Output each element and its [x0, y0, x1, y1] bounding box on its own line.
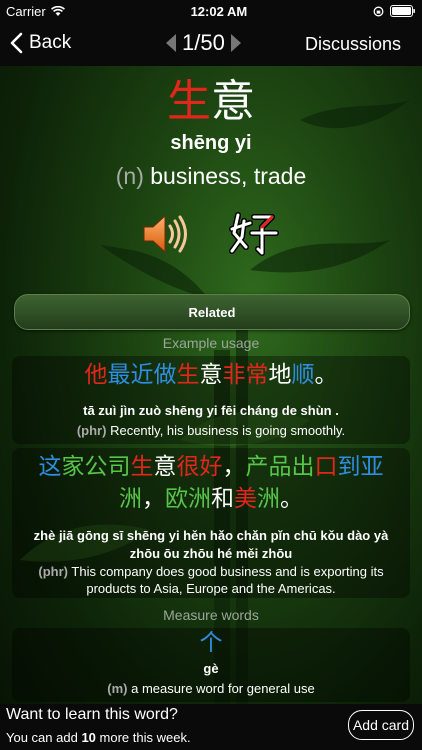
- example-hanzi: 他最近做生意非常地顺。: [0, 360, 422, 391]
- hanzi-token: 司: [107, 454, 131, 480]
- hanzi-token: 品: [268, 454, 292, 480]
- remaining-count: 10: [81, 730, 96, 745]
- hanzi-token: ，: [222, 454, 246, 480]
- note-suffix: more this week.: [95, 730, 191, 745]
- stroke-order-icon[interactable]: [228, 207, 280, 259]
- hanzi-token: 洲: [188, 486, 211, 512]
- hanzi-token: 意: [199, 362, 223, 388]
- hanzi-token: 欧: [165, 486, 188, 512]
- navigation-bar: Back 1/50 Discussions: [0, 22, 422, 66]
- hanzi-token: 这: [38, 454, 62, 480]
- hanzi-token: 出: [291, 454, 315, 480]
- measure-word-definition: (m) a measure word for general use: [0, 680, 422, 697]
- hanzi-token: 做: [153, 362, 177, 388]
- example-translation: (phr) This company does good business an…: [0, 563, 422, 580]
- hanzi-token: 。: [314, 362, 338, 388]
- hanzi-token: 产: [245, 454, 269, 480]
- hanzi-token: 生: [176, 362, 200, 388]
- example-pinyin-line: zhōu ōu zhōu hé měi zhōu: [129, 546, 293, 561]
- hanzi-token: ，: [142, 486, 165, 512]
- headword-pinyin: shēng yi: [170, 132, 252, 154]
- hanzi-token: 和: [211, 486, 234, 512]
- back-label: Back: [29, 32, 72, 53]
- hanzi-token: 生: [130, 454, 154, 480]
- headword-char: 生: [167, 76, 211, 127]
- part-of-speech: (n): [115, 163, 144, 189]
- hanzi-token: 顺: [291, 362, 315, 388]
- hanzi-token: 公: [84, 454, 108, 480]
- carrier-label: Carrier: [6, 3, 46, 19]
- hanzi-token: 亚: [360, 454, 384, 480]
- hanzi-token: 洲: [257, 486, 280, 512]
- headword-definition: (n) business, trade: [0, 163, 422, 190]
- headword: 生意: [0, 78, 422, 126]
- hanzi-token: 美: [234, 486, 257, 512]
- hanzi-token: 常: [245, 362, 269, 388]
- weekly-limit-note: You can add 10 more this week.: [6, 730, 191, 745]
- hanzi-token: 最近: [107, 362, 154, 388]
- example-translation-line: products to Asia, Europe and the America…: [86, 581, 336, 596]
- example-hanzi-line: 洲，欧洲和美洲。: [0, 484, 422, 515]
- add-card-bar: Want to learn this word? You can add 10 …: [0, 704, 422, 750]
- battery-icon: [390, 5, 415, 17]
- clock: 12:02 AM: [190, 3, 248, 19]
- related-button[interactable]: Related: [14, 294, 410, 330]
- headword-actions: [140, 207, 280, 261]
- measure-word-meaning: a measure word for general use: [131, 681, 315, 696]
- example-pinyin-line: zhè jiā gōng sī shēng yi hěn hǎo chǎn pǐ…: [33, 528, 389, 543]
- note-prefix: You can add: [6, 730, 82, 745]
- part-of-speech: (m): [107, 681, 128, 696]
- status-bar: Carrier 12:02 AM: [0, 0, 422, 22]
- hanzi-token: 很: [176, 454, 200, 480]
- next-card-icon[interactable]: [230, 34, 241, 52]
- hanzi-token: 意: [153, 454, 177, 480]
- hanzi-token: 家: [61, 454, 85, 480]
- hanzi-token: 非: [222, 362, 246, 388]
- back-button[interactable]: Back: [10, 32, 71, 54]
- pager-label: 1/50: [182, 30, 225, 55]
- hanzi-token: 洲: [119, 486, 142, 512]
- wifi-icon: [50, 5, 65, 16]
- learn-prompt: Want to learn this word?: [6, 706, 178, 723]
- example-pinyin: tā zuì jìn zuò shēng yi fēi cháng de shù…: [83, 403, 339, 418]
- hanzi-token: 口: [314, 454, 338, 480]
- add-card-button[interactable]: Add card: [348, 710, 414, 740]
- headword-char: 意: [211, 76, 255, 127]
- part-of-speech: (phr): [38, 564, 69, 579]
- example-hanzi-line: 这家公司生意很好，产品出口到亚: [0, 452, 422, 483]
- speaker-icon[interactable]: [140, 209, 190, 259]
- translation-text: Recently, his business is going smoothly…: [110, 423, 346, 438]
- part-of-speech: (phr): [76, 423, 107, 438]
- hanzi-token: 到: [337, 454, 361, 480]
- hanzi-token: 。: [280, 486, 303, 512]
- hanzi-token: 他: [84, 362, 108, 388]
- measure-word-pinyin: gè: [203, 661, 219, 676]
- measure-word-hanzi: 个: [199, 630, 223, 656]
- measure-words-heading: Measure words: [163, 607, 259, 623]
- example-usage-heading: Example usage: [162, 335, 260, 351]
- orientation-lock-icon: [373, 6, 384, 16]
- chevron-left-icon: [10, 32, 23, 54]
- translation-text: This company does good business and is e…: [71, 564, 384, 579]
- discussions-button[interactable]: Discussions: [305, 34, 401, 55]
- hanzi-token: 地: [268, 362, 292, 388]
- example-translation: (phr) Recently, his business is going sm…: [0, 422, 422, 439]
- meaning: business, trade: [150, 163, 307, 189]
- measure-word-char: 个: [0, 628, 422, 659]
- previous-card-icon[interactable]: [166, 34, 176, 52]
- card-pager: 1/50: [166, 30, 241, 56]
- hanzi-token: 好: [199, 454, 223, 480]
